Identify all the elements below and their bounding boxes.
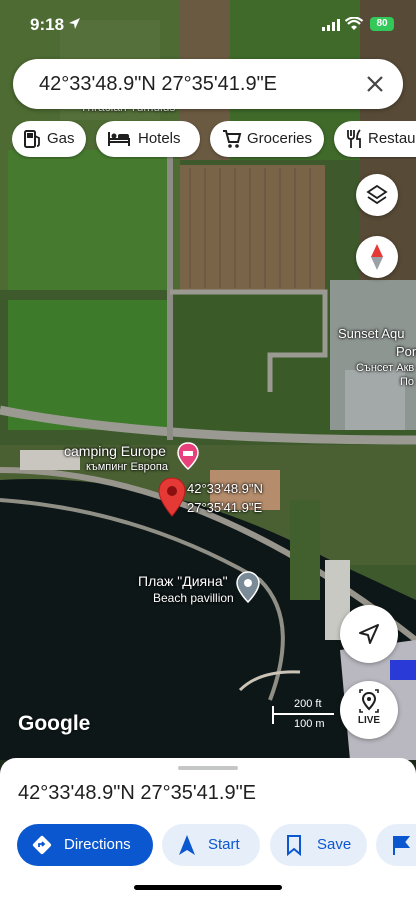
- chip-gas[interactable]: Gas: [12, 121, 86, 157]
- hotel-pin-icon[interactable]: [177, 442, 199, 470]
- map-label-sunset[interactable]: Sunset Aqu: [338, 326, 405, 341]
- sheet-grabber[interactable]: [178, 766, 238, 770]
- battery-indicator: 80: [370, 17, 394, 31]
- google-logo: Google: [18, 712, 91, 735]
- chip-hotels[interactable]: Hotels: [96, 121, 200, 157]
- status-bar: 9:18 80: [0, 0, 416, 44]
- wifi-icon: [345, 17, 363, 30]
- navigation-start-icon: [179, 835, 195, 855]
- compass-icon: [371, 244, 383, 270]
- scale-m: 100 m: [294, 718, 325, 730]
- restaurant-icon: [347, 129, 361, 148]
- beach-pin-icon[interactable]: [236, 571, 260, 603]
- start-label: Start: [208, 836, 240, 853]
- chip-label-restaurants: Restaurants: [368, 130, 416, 147]
- map-label-beach-sub: Beach pavillion: [153, 591, 234, 605]
- dropped-pin-icon[interactable]: [158, 477, 186, 517]
- search-query[interactable]: 42°33'48.9"N 27°35'41.9"E: [39, 73, 277, 96]
- bed-icon: [108, 132, 130, 146]
- save-button[interactable]: Save: [270, 824, 367, 866]
- directions-label: Directions: [64, 836, 131, 853]
- search-bar[interactable]: 42°33'48.9"N 27°35'41.9"E: [13, 59, 403, 109]
- chip-groceries[interactable]: Groceries: [210, 121, 324, 157]
- chip-label-groceries: Groceries: [247, 130, 313, 147]
- scale-ft: 200 ft: [294, 698, 322, 710]
- layers-icon: [366, 184, 388, 205]
- pin-coord-line1: 42°33'48.9"N: [187, 481, 263, 496]
- flag-icon: [393, 836, 410, 855]
- live-label: LIVE: [357, 715, 381, 726]
- close-icon[interactable]: [363, 72, 387, 96]
- map-label-beach[interactable]: Плаж "Дияна": [138, 573, 228, 589]
- cellular-signal-icon: [322, 19, 340, 31]
- gas-station-icon: [24, 130, 40, 148]
- chip-label-gas: Gas: [47, 130, 75, 147]
- pin-coord-line2: 27°35'41.9"E: [187, 500, 263, 515]
- my-location-button[interactable]: [340, 605, 398, 663]
- bookmark-icon: [287, 835, 301, 856]
- map-label-sunset-sub: Pon: [396, 344, 416, 359]
- location-arrow-icon: [69, 18, 80, 29]
- compass-button[interactable]: [356, 236, 398, 278]
- save-label: Save: [317, 836, 352, 853]
- home-indicator[interactable]: [134, 885, 282, 890]
- status-time: 9:18: [30, 15, 65, 34]
- map-scale: 200 ft 100 m: [272, 698, 342, 734]
- live-view-icon: [359, 689, 379, 713]
- layers-button[interactable]: [356, 174, 398, 216]
- map-label-camping[interactable]: camping Europe: [64, 443, 166, 459]
- chip-restaurants[interactable]: Restaurants: [334, 121, 416, 157]
- cart-icon: [223, 130, 242, 148]
- map-label-sunset-cyr2: По: [400, 376, 415, 388]
- map-label-camping-cyr: къмпинг Европа: [86, 461, 168, 473]
- directions-button[interactable]: Directions: [17, 824, 153, 866]
- directions-icon: [32, 835, 52, 855]
- chip-label-hotels: Hotels: [138, 130, 181, 147]
- category-chips: Gas Hotels Groceries Restaurants: [12, 121, 416, 159]
- live-view-button[interactable]: LIVE: [340, 681, 398, 739]
- start-button[interactable]: Start: [162, 824, 260, 866]
- label-button[interactable]: [376, 824, 416, 866]
- place-title: 42°33'48.9"N 27°35'41.9"E: [18, 782, 257, 804]
- place-sheet[interactable]: 42°33'48.9"N 27°35'41.9"E Directions Sta…: [0, 758, 416, 900]
- map-label-sunset-cyr: Сънсет Акв: [356, 362, 415, 374]
- navigation-arrow-icon: [359, 624, 379, 644]
